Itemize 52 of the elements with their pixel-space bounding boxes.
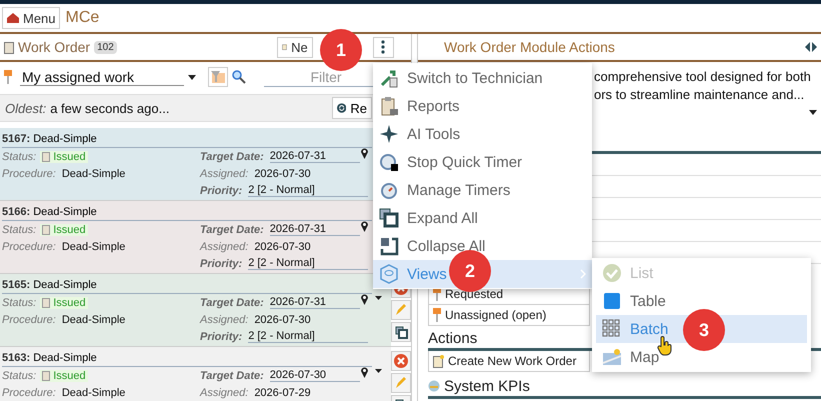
- count-badge: 102: [94, 40, 117, 54]
- field-value: 2026-07-29: [254, 386, 311, 398]
- field-label: Procedure:: [2, 386, 56, 398]
- field-label: Assigned:: [200, 240, 248, 252]
- field-label: Procedure:: [2, 314, 56, 326]
- status-tag: Issued: [40, 296, 88, 308]
- field-value: Dead-Simple: [62, 314, 126, 326]
- status-tag: Issued: [40, 224, 88, 236]
- description-line: comprehensive tool designed for both: [594, 68, 812, 86]
- field-value: Dead-Simple: [62, 168, 126, 180]
- oldest-text: Oldest: a few seconds ago...: [5, 100, 170, 116]
- field-label: Procedure:: [2, 240, 56, 252]
- field-value: Dead-Simple: [62, 386, 126, 398]
- field-value: 2026-07-30: [270, 369, 360, 382]
- field-label: Target Date:: [200, 370, 264, 382]
- description-line: ors to streamline maintenance and...: [594, 86, 806, 104]
- card-title: 5163: Dead-Simple: [2, 352, 97, 364]
- field-value: 2026-07-31: [270, 150, 360, 163]
- app-title: MCe: [66, 9, 100, 27]
- field-value: 2026-07-30: [254, 168, 311, 180]
- field-value: Dead-Simple: [62, 240, 126, 252]
- status-tag: Issued: [40, 150, 88, 162]
- status-tag: Issued: [40, 370, 88, 382]
- card-title: 5167: Dead-Simple: [2, 132, 97, 144]
- field-label: Assigned:: [200, 386, 248, 398]
- field-value: 2026-07-30: [254, 314, 311, 326]
- panel-title: Work Order Module Actions: [444, 39, 615, 55]
- field-label: Procedure:: [2, 168, 56, 180]
- field-label: Target Date:: [200, 150, 264, 162]
- field-label: Priority:: [200, 184, 242, 196]
- field-label: Assigned:: [200, 168, 248, 180]
- field-label: Status:: [2, 296, 36, 308]
- section-heading: Actions: [428, 330, 478, 346]
- field-value: 2026-07-31: [270, 296, 360, 309]
- field-label: Priority:: [200, 258, 242, 270]
- field-label: Status:: [2, 150, 36, 162]
- field-value: 2026-07-31: [270, 223, 360, 236]
- field-label: Status:: [2, 370, 36, 382]
- field-label: Target Date:: [200, 224, 264, 236]
- section-heading: System KPIs: [444, 378, 530, 394]
- field-label: Priority:: [200, 330, 242, 342]
- step-tooltip: 1: [320, 29, 362, 71]
- field-value: 2 [2 - Normal]: [248, 330, 368, 343]
- field-label: Assigned:: [200, 314, 248, 326]
- field-value: 2 [2 - Normal]: [248, 184, 368, 197]
- panel-title: Work Order: [18, 39, 90, 55]
- field-value: 2 [2 - Normal]: [248, 257, 368, 270]
- card-title: 5165: Dead-Simple: [2, 278, 97, 290]
- field-label: Status:: [2, 224, 36, 236]
- field-value: 2026-07-30: [254, 240, 311, 252]
- card-title: 5166: Dead-Simple: [2, 206, 97, 218]
- field-label: Target Date:: [200, 296, 264, 308]
